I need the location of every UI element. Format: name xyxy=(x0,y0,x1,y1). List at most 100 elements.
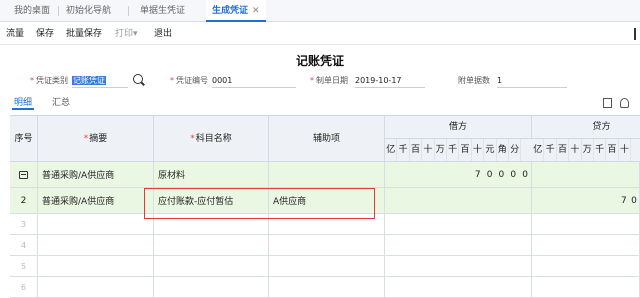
voucher-number-label: * 凭证编号 xyxy=(170,76,208,85)
table-row[interactable]: 3 xyxy=(10,214,640,235)
amount-digit: 0 xyxy=(510,169,517,180)
digit-label: 十 xyxy=(422,139,435,161)
date-field[interactable]: 2019-10-17 xyxy=(355,74,425,88)
row-number: 5 xyxy=(10,256,38,276)
tab-my-desktop[interactable]: 我的桌面 xyxy=(14,0,50,22)
tab-generate-voucher-label: 生成凭证 xyxy=(212,6,249,16)
credit-amount-cell[interactable]: 70 xyxy=(532,188,640,213)
digit-label: 亿 xyxy=(385,139,398,161)
account-cell[interactable]: 原材料 xyxy=(154,162,269,187)
digit-label: 分 xyxy=(509,139,522,161)
row-menu-icon[interactable] xyxy=(19,170,28,179)
aux-cell[interactable] xyxy=(269,256,385,276)
toolbar: 流量 保存 批量保存 打印▾ 退出 xyxy=(0,23,640,45)
debit-amount-cell[interactable] xyxy=(385,214,532,234)
collapse-icon[interactable] xyxy=(634,28,639,40)
digit-label: 亿 xyxy=(532,139,545,161)
digit-label: 千 xyxy=(544,139,557,161)
chevron-down-icon: ▾ xyxy=(133,29,138,39)
summary-cell[interactable] xyxy=(38,256,154,276)
attachments-label: 附单据数 xyxy=(458,76,490,85)
digit-label: 万 xyxy=(435,139,447,161)
table-row[interactable]: 6 xyxy=(10,277,640,298)
voucher-type-field[interactable]: 记账凭证 xyxy=(72,74,128,88)
row-number: 6 xyxy=(10,277,38,297)
voucher-number-field[interactable]: 0001 xyxy=(212,74,296,88)
debit-amount-cell[interactable] xyxy=(385,277,532,297)
debit-amount-cell[interactable] xyxy=(385,235,532,255)
account-cell[interactable] xyxy=(154,214,269,234)
credit-digit-header: 亿 千 百 十 万 千 百 十 xyxy=(532,139,640,162)
debit-amount-cell[interactable]: 70000 xyxy=(385,162,532,187)
voucher-grid: 序号 *摘要 *科目名称 辅助项 借方 贷方 亿 千 百 十 万 千 百 十 元… xyxy=(10,115,640,298)
search-icon[interactable] xyxy=(133,74,143,84)
digit-label: 万 xyxy=(582,139,594,161)
print-label: 打印 xyxy=(115,29,134,39)
debit-amount-cell[interactable] xyxy=(385,188,532,213)
summary-cell[interactable] xyxy=(38,277,154,297)
amount-digit: 0 xyxy=(498,169,505,180)
debit-digit-header: 亿 千 百 十 万 千 百 十 元 角 分 xyxy=(385,139,532,162)
summary-cell[interactable] xyxy=(38,214,154,234)
batch-save-button[interactable]: 批量保存 xyxy=(66,23,102,45)
layout-icon[interactable] xyxy=(603,98,612,108)
amount-digit: 7 xyxy=(474,169,481,180)
credit-amount-cell[interactable] xyxy=(532,235,640,255)
tab-init-nav[interactable]: 初始化导航 xyxy=(66,0,111,22)
account-cell[interactable] xyxy=(154,235,269,255)
active-tab-indicator xyxy=(12,108,34,110)
amount-digit: 0 xyxy=(522,169,528,180)
tab-separator xyxy=(128,6,129,16)
credit-amount-cell[interactable] xyxy=(532,214,640,234)
digit-label: 元 xyxy=(484,139,497,161)
header-aux: 辅助项 xyxy=(269,116,385,162)
digit-label: 十 xyxy=(472,139,485,161)
debit-amount-cell[interactable] xyxy=(385,256,532,276)
digit-label: 十 xyxy=(619,139,632,161)
tab-bar: 我的桌面 初始化导航 单据生凭证 生成凭证 ✕ xyxy=(0,0,640,22)
digit-label: 千 xyxy=(447,139,460,161)
save-button[interactable]: 保存 xyxy=(36,23,54,45)
summary-cell[interactable]: 普通采购/A供应商 xyxy=(38,162,154,187)
aux-cell[interactable]: A供应商 xyxy=(269,188,385,213)
date-label: * 制单日期 xyxy=(310,76,348,85)
summary-cell[interactable] xyxy=(38,235,154,255)
flow-button[interactable]: 流量 xyxy=(6,23,24,45)
digit-label: 百 xyxy=(606,139,619,161)
account-cell[interactable]: 应付账款-应付暂估 xyxy=(154,188,269,213)
table-row[interactable]: 普通采购/A供应商 原材料 70000 xyxy=(10,162,640,188)
voucher-type-label: * 凭证类别 xyxy=(30,76,68,85)
table-row[interactable]: 5 xyxy=(10,256,640,277)
digit-label: 角 xyxy=(497,139,509,161)
aux-cell[interactable] xyxy=(269,162,385,187)
header-seq: 序号 xyxy=(10,116,38,162)
table-row[interactable]: 2 普通采购/A供应商 应付账款-应付暂估 A供应商 70 xyxy=(10,188,640,214)
aux-cell[interactable] xyxy=(269,277,385,297)
tab-detail[interactable]: 明细 xyxy=(14,95,32,108)
user-icon[interactable] xyxy=(620,98,629,108)
aux-cell[interactable] xyxy=(269,235,385,255)
digit-label: 百 xyxy=(557,139,570,161)
digit-label: 千 xyxy=(594,139,607,161)
row-number: 2 xyxy=(10,188,38,213)
table-row[interactable]: 4 xyxy=(10,235,640,256)
tab-doc-to-voucher[interactable]: 单据生凭证 xyxy=(140,0,185,22)
tab-summary[interactable]: 汇总 xyxy=(52,95,70,108)
credit-amount-cell[interactable] xyxy=(532,162,640,187)
credit-amount-cell[interactable] xyxy=(532,277,640,297)
page-title: 记账凭证 xyxy=(295,54,344,68)
aux-cell[interactable] xyxy=(269,214,385,234)
print-button[interactable]: 打印▾ xyxy=(115,23,138,45)
tab-generate-voucher[interactable]: 生成凭证 ✕ xyxy=(206,0,266,22)
row-number: 4 xyxy=(10,235,38,255)
summary-cell[interactable]: 普通采购/A供应商 xyxy=(38,188,154,213)
header-credit: 贷方 xyxy=(532,116,640,139)
exit-button[interactable]: 退出 xyxy=(154,23,172,45)
attachments-field[interactable]: 1 xyxy=(497,74,567,88)
amount-digit: 0 xyxy=(486,169,493,180)
close-icon[interactable]: ✕ xyxy=(252,6,260,16)
account-cell[interactable] xyxy=(154,256,269,276)
account-cell[interactable] xyxy=(154,277,269,297)
digit-label: 十 xyxy=(569,139,582,161)
credit-amount-cell[interactable] xyxy=(532,256,640,276)
